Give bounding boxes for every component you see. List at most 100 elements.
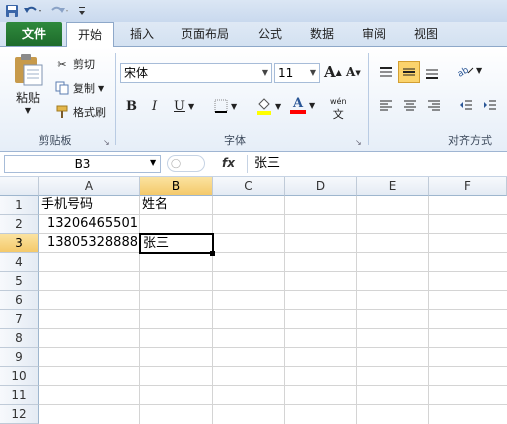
formula-input[interactable]: 张三 <box>247 155 505 173</box>
italic-button[interactable]: I <box>152 99 157 114</box>
font-size-value: 11 <box>278 66 294 80</box>
underline-button[interactable]: U ▼ <box>174 99 194 114</box>
cut-button[interactable]: ✂ 剪切 <box>54 55 95 73</box>
clipboard-group-label: 剪贴板 <box>38 134 72 147</box>
paste-dropdown-icon[interactable]: ▼ <box>25 106 31 115</box>
shrink-font-button[interactable]: A ▼ <box>346 65 361 79</box>
group-separator <box>368 53 369 145</box>
formula-bar-resize-handle[interactable]: ◯ <box>167 155 205 172</box>
column-header-f[interactable]: F <box>429 177 507 196</box>
scissors-icon: ✂ <box>57 57 67 71</box>
row-header-4[interactable]: 4 <box>0 253 39 272</box>
align-top-button[interactable] <box>376 63 396 83</box>
font-size-select[interactable]: 11 ▼ <box>274 63 320 83</box>
tab-data[interactable]: 数据 <box>300 22 344 46</box>
row-header-7[interactable]: 7 <box>0 310 39 329</box>
orientation-icon: ab <box>456 63 474 77</box>
align-left-icon <box>379 99 393 111</box>
cell-a1[interactable]: 手机号码 <box>39 196 140 215</box>
worksheet-grid: A B C D E F 1 2 3 4 5 6 7 8 9 10 11 12 手… <box>0 177 507 424</box>
increase-indent-button[interactable] <box>480 99 500 111</box>
formula-value: 张三 <box>254 156 281 171</box>
font-color-button[interactable]: A ▼ <box>290 97 315 114</box>
select-all-corner[interactable] <box>0 177 39 196</box>
row-header-9[interactable]: 9 <box>0 348 39 367</box>
cell-b1[interactable]: 姓名 <box>140 196 213 215</box>
chevron-down-icon: ▼ <box>187 102 195 111</box>
tab-formulas[interactable]: 公式 <box>248 22 292 46</box>
tab-review[interactable]: 审阅 <box>352 22 396 46</box>
alignment-group-label: 对齐方式 <box>448 134 492 147</box>
column-header-d[interactable]: D <box>285 177 357 196</box>
borders-button[interactable]: ▼ <box>214 99 237 113</box>
cell-a3[interactable]: 13805328888 <box>39 234 140 253</box>
decrease-indent-button[interactable] <box>456 99 476 111</box>
save-icon[interactable] <box>4 3 20 19</box>
paint-bucket-icon <box>256 97 272 115</box>
tab-page-layout[interactable]: 页面布局 <box>172 22 238 46</box>
cell-b3[interactable]: 张三 <box>139 233 214 254</box>
font-name-select[interactable]: 宋体 ▼ <box>120 63 272 83</box>
row-header-8[interactable]: 8 <box>0 329 39 348</box>
shrink-font-icon: A <box>346 65 356 79</box>
name-box-value: B3 <box>74 157 91 171</box>
align-middle-button[interactable] <box>398 61 420 83</box>
insert-function-icon[interactable]: fx <box>222 156 235 170</box>
align-bottom-button[interactable] <box>422 63 442 83</box>
copy-label: 复制 <box>73 82 95 95</box>
name-box[interactable]: B3 <box>4 155 161 173</box>
column-header-e[interactable]: E <box>357 177 429 196</box>
redo-icon[interactable] <box>48 3 70 19</box>
customize-qat-icon[interactable] <box>74 3 90 19</box>
copy-button[interactable]: 复制 ▼ <box>54 79 104 97</box>
row-header-10[interactable]: 10 <box>0 367 39 386</box>
paste-button[interactable]: 粘贴 ▼ <box>8 53 48 123</box>
fill-color-button[interactable]: ▼ <box>256 97 281 115</box>
align-right-button[interactable] <box>424 99 444 111</box>
row-header-5[interactable]: 5 <box>0 272 39 291</box>
fill-handle[interactable] <box>210 251 215 256</box>
align-bottom-icon <box>425 67 439 79</box>
font-group-label: 字体 <box>224 134 246 147</box>
column-header-c[interactable]: C <box>213 177 285 196</box>
grow-font-icon: A <box>324 63 336 81</box>
tab-view[interactable]: 视图 <box>404 22 448 46</box>
format-painter-button[interactable]: 格式刷 <box>54 103 106 121</box>
align-right-icon <box>427 99 441 111</box>
align-middle-icon <box>402 66 416 78</box>
align-center-icon <box>403 99 417 111</box>
align-left-button[interactable] <box>376 99 396 111</box>
formula-bar: B3 ▼ ◯ fx 张三 <box>0 152 507 177</box>
column-header-b[interactable]: B <box>140 177 213 196</box>
decrease-indent-icon <box>459 99 473 111</box>
tab-file[interactable]: 文件 <box>6 22 62 46</box>
row-header-1[interactable]: 1 <box>0 196 39 215</box>
align-center-button[interactable] <box>400 99 420 111</box>
chevron-down-icon: ▼ <box>476 65 483 75</box>
bold-button[interactable]: B <box>126 99 137 114</box>
row-header-3[interactable]: 3 <box>0 234 39 253</box>
align-top-icon <box>379 67 393 79</box>
undo-icon[interactable] <box>22 3 44 19</box>
border-icon <box>214 99 228 113</box>
cell-a2[interactable]: 13206465501 <box>39 215 140 234</box>
font-launcher-icon[interactable]: ↘ <box>355 138 362 147</box>
name-box-dropdown-icon[interactable]: ▼ <box>150 158 156 167</box>
grow-font-button[interactable]: A ▲ <box>324 63 342 81</box>
copy-dropdown-icon[interactable]: ▼ <box>98 84 104 93</box>
orientation-button[interactable]: ab ▼ <box>456 63 482 77</box>
row-header-11[interactable]: 11 <box>0 386 39 405</box>
tab-home[interactable]: 开始 <box>66 22 114 47</box>
chevron-down-icon: ▼ <box>275 101 282 111</box>
row-header-2[interactable]: 2 <box>0 215 39 234</box>
font-color-icon: A <box>290 97 306 114</box>
format-painter-icon <box>54 105 70 119</box>
row-header-6[interactable]: 6 <box>0 291 39 310</box>
tab-insert[interactable]: 插入 <box>120 22 164 46</box>
clipboard-launcher-icon[interactable]: ↘ <box>103 138 110 147</box>
column-header-a[interactable]: A <box>39 177 140 196</box>
increase-indent-icon <box>483 99 497 111</box>
phonetic-button[interactable]: wén 文 <box>330 97 347 122</box>
row-header-12[interactable]: 12 <box>0 405 39 424</box>
group-separator <box>115 53 116 145</box>
